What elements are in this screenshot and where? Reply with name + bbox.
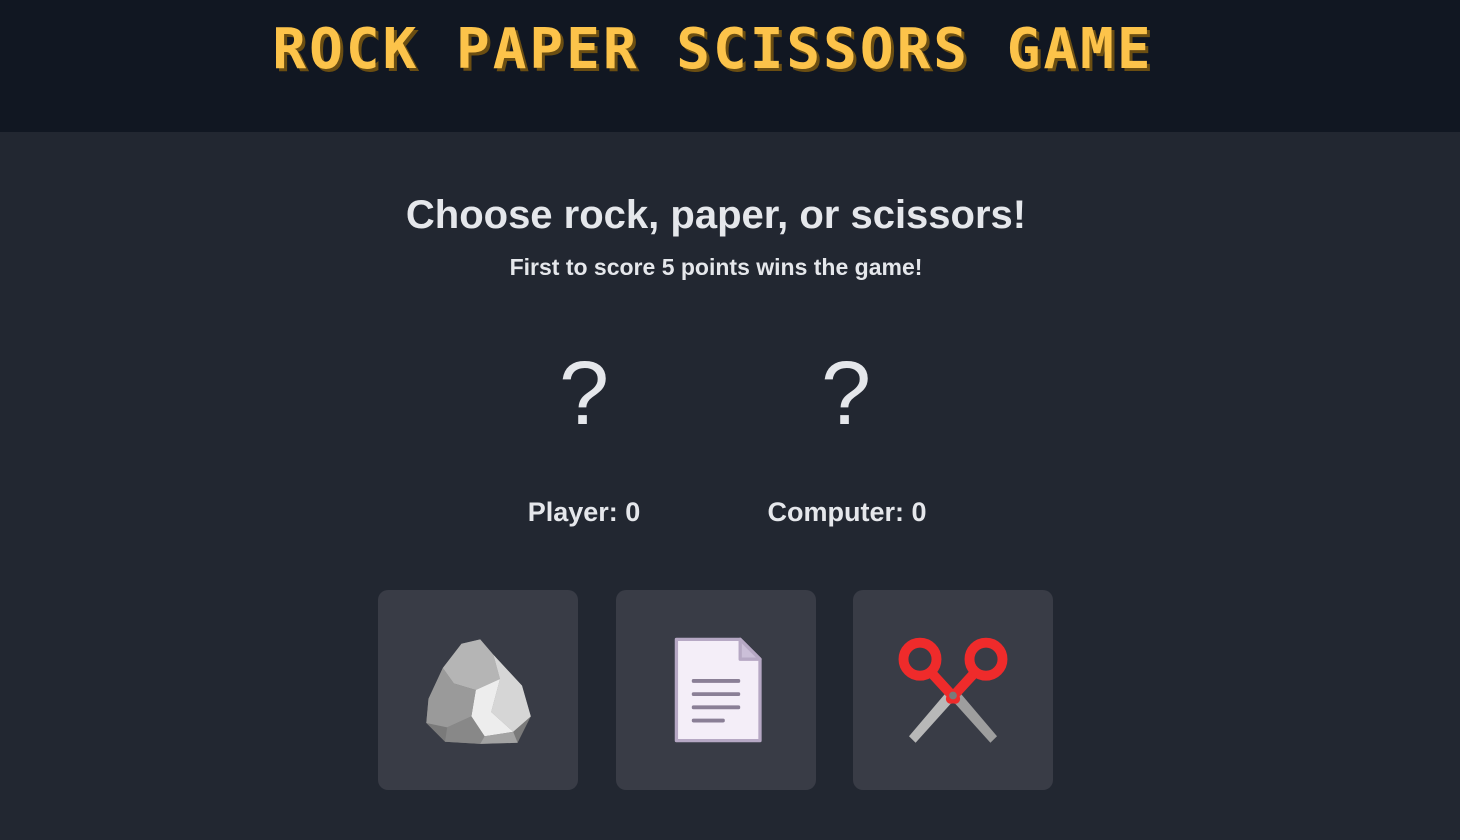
main-area: Choose rock, paper, or scissors! First t… xyxy=(0,132,1460,840)
player-score: Player: 0 xyxy=(527,497,641,527)
computer-sign: ? xyxy=(820,344,872,444)
instruction-headline: Choose rock, paper, or scissors! xyxy=(405,193,1027,237)
game-title: ROCK PAPER SCISSORS GAME xyxy=(272,17,1154,82)
instruction-subline: First to score 5 points wins the game! xyxy=(509,254,923,280)
player-sign: ? xyxy=(558,344,610,444)
header: ROCK PAPER SCISSORS GAME xyxy=(0,0,1460,132)
scissors-icon xyxy=(898,637,1008,743)
rock-button[interactable] xyxy=(378,590,578,790)
paper-button[interactable] xyxy=(616,590,816,790)
paper-icon xyxy=(674,637,762,743)
scissors-button[interactable] xyxy=(853,590,1053,790)
rock-icon xyxy=(426,639,531,744)
computer-score: Computer: 0 xyxy=(767,497,927,527)
